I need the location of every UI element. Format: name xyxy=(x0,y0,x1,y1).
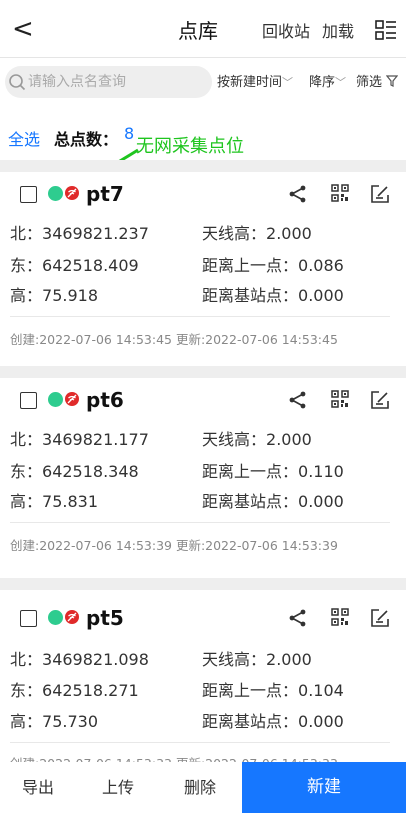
upload-button[interactable]: 上传 xyxy=(102,778,134,798)
point-name: pt7 xyxy=(86,182,124,206)
point-checkbox[interactable] xyxy=(20,186,37,203)
height-value: 高：75.730 xyxy=(10,712,98,731)
point-name: pt5 xyxy=(86,606,124,630)
status-dot-icon xyxy=(48,392,63,407)
distance-to-previous: 距离上一点：0.104 xyxy=(202,681,344,700)
sort-field-dropdown[interactable]: 按新建时间﹀ xyxy=(217,74,293,92)
qr-code-icon[interactable] xyxy=(331,390,349,408)
bottom-action-bar: 导出 上传 删除 新建 xyxy=(0,762,406,813)
east-coordinate: 东：642518.409 xyxy=(10,256,139,275)
north-coordinate: 北：3469821.098 xyxy=(10,650,149,669)
share-icon[interactable] xyxy=(288,184,308,204)
top-bar: < 点库 回收站 加载 xyxy=(0,0,406,58)
total-count-label: 总点数： xyxy=(54,130,119,149)
chevron-down-icon: ﹀ xyxy=(335,76,347,89)
no-network-icon xyxy=(65,610,79,624)
page-title: 点库 xyxy=(178,19,218,43)
filter-button[interactable]: 筛选 xyxy=(356,74,399,92)
delete-button[interactable]: 删除 xyxy=(184,778,216,798)
east-coordinate: 东：642518.271 xyxy=(10,681,139,700)
annotation-label: 无网采集点位 xyxy=(136,136,244,157)
share-icon[interactable] xyxy=(288,390,308,410)
point-card[interactable]: pt5 北：3469821.098 天线高：2.000 东：642518.271… xyxy=(0,596,406,786)
search-icon xyxy=(9,74,26,91)
filter-label: 筛选 xyxy=(356,75,383,90)
status-dot-icon xyxy=(48,186,63,201)
distance-to-previous: 距离上一点：0.110 xyxy=(202,462,344,481)
select-all-button[interactable]: 全选 xyxy=(8,126,40,150)
sort-field-label: 按新建时间 xyxy=(217,75,283,90)
divider xyxy=(10,522,390,523)
distance-to-base: 距离基站点：0.000 xyxy=(202,492,344,511)
list-menu-icon[interactable] xyxy=(375,19,397,41)
load-button[interactable]: 加载 xyxy=(322,21,354,43)
search-placeholder: 请输入点名查询 xyxy=(28,74,126,90)
divider xyxy=(0,578,406,590)
new-point-button[interactable]: 新建 xyxy=(242,762,406,813)
antenna-height: 天线高：2.000 xyxy=(202,224,312,243)
divider xyxy=(10,316,390,317)
timestamp-info: 创建:2022-07-06 14:53:45 更新:2022-07-06 14:… xyxy=(10,332,338,347)
distance-to-previous: 距离上一点：0.086 xyxy=(202,256,344,275)
edit-icon[interactable] xyxy=(370,608,390,628)
qr-code-icon[interactable] xyxy=(331,608,349,626)
filter-icon xyxy=(385,75,399,87)
point-card[interactable]: pt7 北：3469821.237 天线高：2.000 东：642518.409… xyxy=(0,172,406,362)
recycle-bin-button[interactable]: 回收站 xyxy=(262,21,310,43)
chevron-down-icon: ﹀ xyxy=(282,76,294,89)
export-button[interactable]: 导出 xyxy=(22,778,54,798)
no-network-icon xyxy=(65,392,79,406)
antenna-height: 天线高：2.000 xyxy=(202,650,312,669)
timestamp-info: 创建:2022-07-06 14:53:39 更新:2022-07-06 14:… xyxy=(10,538,338,553)
north-coordinate: 北：3469821.237 xyxy=(10,224,149,243)
search-input[interactable]: 请输入点名查询 xyxy=(5,66,212,98)
point-checkbox[interactable] xyxy=(20,392,37,409)
point-checkbox[interactable] xyxy=(20,610,37,627)
height-value: 高：75.831 xyxy=(10,492,98,511)
sort-order-dropdown[interactable]: 降序﹀ xyxy=(309,74,346,92)
edit-icon[interactable] xyxy=(370,184,390,204)
status-dot-icon xyxy=(48,610,63,625)
share-icon[interactable] xyxy=(288,608,308,628)
north-coordinate: 北：3469821.177 xyxy=(10,430,149,449)
divider xyxy=(0,366,406,378)
distance-to-base: 距离基站点：0.000 xyxy=(202,286,344,305)
antenna-height: 天线高：2.000 xyxy=(202,430,312,449)
back-button[interactable]: < xyxy=(12,14,34,44)
total-count-value: 8 xyxy=(124,124,135,143)
divider xyxy=(10,742,390,743)
no-network-icon xyxy=(65,186,79,200)
east-coordinate: 东：642518.348 xyxy=(10,462,139,481)
divider xyxy=(0,160,406,172)
height-value: 高：75.918 xyxy=(10,286,98,305)
sort-order-label: 降序 xyxy=(309,75,336,90)
qr-code-icon[interactable] xyxy=(331,184,349,202)
point-name: pt6 xyxy=(86,388,124,412)
point-card[interactable]: pt6 北：3469821.177 天线高：2.000 东：642518.348… xyxy=(0,378,406,568)
edit-icon[interactable] xyxy=(370,390,390,410)
distance-to-base: 距离基站点：0.000 xyxy=(202,712,344,731)
filter-bar: 请输入点名查询 按新建时间﹀ 降序﹀ 筛选 xyxy=(0,58,406,106)
